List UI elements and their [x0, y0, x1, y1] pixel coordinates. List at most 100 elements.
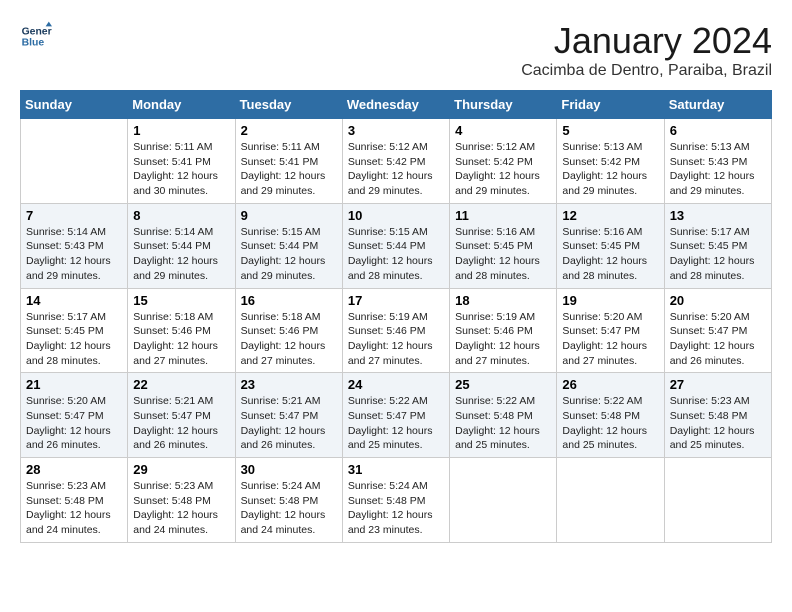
day-number: 8 — [133, 208, 229, 223]
day-number: 23 — [241, 377, 337, 392]
day-info: Sunrise: 5:21 AMSunset: 5:47 PMDaylight:… — [133, 394, 229, 453]
day-info: Sunrise: 5:19 AMSunset: 5:46 PMDaylight:… — [348, 310, 444, 369]
day-info: Sunrise: 5:11 AMSunset: 5:41 PMDaylight:… — [133, 140, 229, 199]
calendar-cell: 25 Sunrise: 5:22 AMSunset: 5:48 PMDayligh… — [450, 373, 557, 458]
calendar-cell: 19Sunrise: 5:20 AMSunset: 5:47 PMDayligh… — [557, 288, 664, 373]
calendar-cell: 6 Sunrise: 5:13 AMSunset: 5:43 PMDaylight… — [664, 119, 771, 204]
day-number: 17 — [348, 293, 444, 308]
calendar-cell: 30 Sunrise: 5:24 AMSunset: 5:48 PMDayligh… — [235, 458, 342, 543]
day-number: 7 — [26, 208, 122, 223]
calendar-cell: 1Sunrise: 5:11 AMSunset: 5:41 PMDaylight… — [128, 119, 235, 204]
calendar-cell — [450, 458, 557, 543]
calendar-cell: 12 Sunrise: 5:16 AMSunset: 5:45 PMDayligh… — [557, 203, 664, 288]
calendar-cell: 7 Sunrise: 5:14 AMSunset: 5:43 PMDaylight… — [21, 203, 128, 288]
calendar-table: SundayMondayTuesdayWednesdayThursdayFrid… — [20, 90, 772, 543]
calendar-cell: 24 Sunrise: 5:22 AMSunset: 5:47 PMDayligh… — [342, 373, 449, 458]
week-row-1: 1Sunrise: 5:11 AMSunset: 5:41 PMDaylight… — [21, 119, 772, 204]
calendar-cell: 16 Sunrise: 5:18 AMSunset: 5:46 PMDayligh… — [235, 288, 342, 373]
day-number: 30 — [241, 462, 337, 477]
day-number: 21 — [26, 377, 122, 392]
calendar-cell: 4 Sunrise: 5:12 AMSunset: 5:42 PMDaylight… — [450, 119, 557, 204]
day-info: Sunrise: 5:12 AMSunset: 5:42 PMDaylight:… — [348, 140, 444, 199]
day-info: Sunrise: 5:13 AMSunset: 5:43 PMDaylight:… — [670, 140, 766, 199]
day-info: Sunrise: 5:22 AMSunset: 5:47 PMDaylight:… — [348, 394, 444, 453]
calendar-cell: 10 Sunrise: 5:15 AMSunset: 5:44 PMDayligh… — [342, 203, 449, 288]
calendar-cell: 27Sunrise: 5:23 AMSunset: 5:48 PMDayligh… — [664, 373, 771, 458]
day-number: 12 — [562, 208, 658, 223]
week-row-3: 14 Sunrise: 5:17 AMSunset: 5:45 PMDayligh… — [21, 288, 772, 373]
calendar-cell — [557, 458, 664, 543]
day-info: Sunrise: 5:22 AMSunset: 5:48 PMDaylight:… — [562, 394, 658, 453]
day-info: Sunrise: 5:23 AMSunset: 5:48 PMDaylight:… — [133, 479, 229, 538]
day-number: 5 — [562, 123, 658, 138]
day-number: 13 — [670, 208, 766, 223]
day-info: Sunrise: 5:22 AMSunset: 5:48 PMDaylight:… — [455, 394, 551, 453]
day-number: 22 — [133, 377, 229, 392]
day-info: Sunrise: 5:17 AMSunset: 5:45 PMDaylight:… — [26, 310, 122, 369]
day-number: 24 — [348, 377, 444, 392]
day-info: Sunrise: 5:20 AMSunset: 5:47 PMDaylight:… — [26, 394, 122, 453]
svg-text:Blue: Blue — [22, 38, 45, 49]
day-info: Sunrise: 5:16 AMSunset: 5:45 PMDaylight:… — [455, 225, 551, 284]
week-row-2: 7 Sunrise: 5:14 AMSunset: 5:43 PMDaylight… — [21, 203, 772, 288]
day-number: 14 — [26, 293, 122, 308]
title-block: January 2024 Cacimba de Dentro, Paraiba,… — [521, 20, 772, 80]
day-info: Sunrise: 5:18 AMSunset: 5:46 PMDaylight:… — [133, 310, 229, 369]
day-number: 31 — [348, 462, 444, 477]
calendar-cell: 28 Sunrise: 5:23 AMSunset: 5:48 PMDayligh… — [21, 458, 128, 543]
day-number: 19 — [562, 293, 658, 308]
day-number: 6 — [670, 123, 766, 138]
calendar-cell: 15Sunrise: 5:18 AMSunset: 5:46 PMDayligh… — [128, 288, 235, 373]
day-number: 9 — [241, 208, 337, 223]
day-number: 25 — [455, 377, 551, 392]
day-number: 11 — [455, 208, 551, 223]
day-info: Sunrise: 5:14 AMSunset: 5:43 PMDaylight:… — [26, 225, 122, 284]
calendar-cell — [664, 458, 771, 543]
day-number: 28 — [26, 462, 122, 477]
day-info: Sunrise: 5:15 AMSunset: 5:44 PMDaylight:… — [348, 225, 444, 284]
header-monday: Monday — [128, 91, 235, 119]
calendar-cell: 20 Sunrise: 5:20 AMSunset: 5:47 PMDayligh… — [664, 288, 771, 373]
calendar-cell: 9 Sunrise: 5:15 AMSunset: 5:44 PMDaylight… — [235, 203, 342, 288]
week-row-4: 21 Sunrise: 5:20 AMSunset: 5:47 PMDayligh… — [21, 373, 772, 458]
day-info: Sunrise: 5:12 AMSunset: 5:42 PMDaylight:… — [455, 140, 551, 199]
header-sunday: Sunday — [21, 91, 128, 119]
day-info: Sunrise: 5:23 AMSunset: 5:48 PMDaylight:… — [670, 394, 766, 453]
calendar-cell: 18 Sunrise: 5:19 AMSunset: 5:46 PMDayligh… — [450, 288, 557, 373]
day-info: Sunrise: 5:13 AMSunset: 5:42 PMDaylight:… — [562, 140, 658, 199]
day-info: Sunrise: 5:21 AMSunset: 5:47 PMDaylight:… — [241, 394, 337, 453]
logo-icon: General Blue — [20, 20, 52, 52]
day-info: Sunrise: 5:15 AMSunset: 5:44 PMDaylight:… — [241, 225, 337, 284]
day-number: 20 — [670, 293, 766, 308]
day-info: Sunrise: 5:18 AMSunset: 5:46 PMDaylight:… — [241, 310, 337, 369]
day-info: Sunrise: 5:17 AMSunset: 5:45 PMDaylight:… — [670, 225, 766, 284]
day-info: Sunrise: 5:19 AMSunset: 5:46 PMDaylight:… — [455, 310, 551, 369]
calendar-cell: 5 Sunrise: 5:13 AMSunset: 5:42 PMDaylight… — [557, 119, 664, 204]
day-number: 16 — [241, 293, 337, 308]
day-number: 18 — [455, 293, 551, 308]
page-header: General Blue January 2024 Cacimba de Den… — [20, 20, 772, 80]
calendar-cell: 23 Sunrise: 5:21 AMSunset: 5:47 PMDayligh… — [235, 373, 342, 458]
day-info: Sunrise: 5:20 AMSunset: 5:47 PMDaylight:… — [670, 310, 766, 369]
header-saturday: Saturday — [664, 91, 771, 119]
calendar-cell: 21 Sunrise: 5:20 AMSunset: 5:47 PMDayligh… — [21, 373, 128, 458]
day-number: 10 — [348, 208, 444, 223]
header-tuesday: Tuesday — [235, 91, 342, 119]
day-info: Sunrise: 5:14 AMSunset: 5:44 PMDaylight:… — [133, 225, 229, 284]
location: Cacimba de Dentro, Paraiba, Brazil — [521, 62, 772, 80]
calendar-cell: 26 Sunrise: 5:22 AMSunset: 5:48 PMDayligh… — [557, 373, 664, 458]
day-number: 26 — [562, 377, 658, 392]
calendar-cell: 22 Sunrise: 5:21 AMSunset: 5:47 PMDayligh… — [128, 373, 235, 458]
day-info: Sunrise: 5:24 AMSunset: 5:48 PMDaylight:… — [241, 479, 337, 538]
calendar-cell — [21, 119, 128, 204]
day-info: Sunrise: 5:16 AMSunset: 5:45 PMDaylight:… — [562, 225, 658, 284]
logo: General Blue — [20, 20, 52, 52]
svg-text:General: General — [22, 26, 52, 37]
day-info: Sunrise: 5:23 AMSunset: 5:48 PMDaylight:… — [26, 479, 122, 538]
day-number: 29 — [133, 462, 229, 477]
day-number: 4 — [455, 123, 551, 138]
day-info: Sunrise: 5:24 AMSunset: 5:48 PMDaylight:… — [348, 479, 444, 538]
header-wednesday: Wednesday — [342, 91, 449, 119]
header-thursday: Thursday — [450, 91, 557, 119]
calendar-cell: 13 Sunrise: 5:17 AMSunset: 5:45 PMDayligh… — [664, 203, 771, 288]
